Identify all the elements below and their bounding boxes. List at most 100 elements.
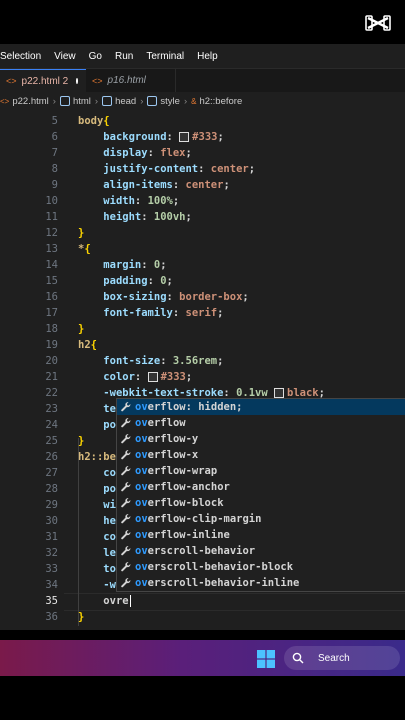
suggestion-match: ov (135, 401, 148, 413)
line-number: 29 (45, 499, 58, 511)
line-code: po (78, 481, 116, 497)
menu-terminal[interactable]: Terminal (146, 51, 184, 62)
code-token: 100% (147, 195, 173, 207)
line-code: } (78, 225, 84, 241)
wrench-icon (120, 417, 132, 429)
suggestion-item[interactable]: ov erflow-anchor (117, 479, 405, 495)
code-token: h2 (78, 339, 91, 351)
code-token: border-box (179, 291, 243, 303)
breadcrumb-item[interactable]: h2::before (199, 96, 242, 107)
suggestion-match: ov (135, 465, 148, 477)
suggestion-item[interactable]: ov erflow (117, 415, 405, 431)
suggestion-item[interactable]: ov erscroll-behavior (117, 543, 405, 559)
suggestion-text: erflow: hidden; (147, 401, 243, 413)
menu-view[interactable]: View (54, 51, 76, 62)
recording-overlay-bar (0, 0, 405, 44)
color-swatch-icon[interactable] (179, 132, 190, 142)
suggestion-match: ov (135, 513, 148, 525)
code-token: : (172, 179, 186, 191)
code-token: body (78, 115, 104, 127)
code-token: ; (217, 307, 224, 319)
suggestion-item[interactable]: ov erscroll-behavior-inline (117, 575, 405, 591)
line-code: padding: 0; (78, 273, 173, 289)
color-swatch-icon[interactable] (274, 388, 284, 398)
suggestion-item[interactable]: ov erflow-clip-margin (117, 511, 405, 527)
code-line[interactable]: 36} (0, 609, 405, 625)
code-line[interactable]: 19 h2{ (0, 337, 405, 353)
line-code: margin: 0; (78, 257, 166, 273)
menu-selection[interactable]: Selection (0, 51, 41, 62)
code-line[interactable]: 35 ovre (0, 593, 405, 609)
code-line[interactable]: 10 width: 100%; (0, 193, 405, 209)
search-label: Search (318, 652, 350, 664)
code-line[interactable]: 21 color: #333; (0, 369, 405, 385)
code-line[interactable]: 16 box-sizing: border-box; (0, 289, 405, 305)
breadcrumb-item[interactable]: html (73, 96, 91, 107)
suggestion-item[interactable]: ov erflow: hidden; (117, 399, 405, 415)
code-line[interactable]: 7 display: flex; (0, 145, 405, 161)
suggestion-item[interactable]: ov erflow-x (117, 447, 405, 463)
code-line[interactable]: 5 body{ (0, 113, 405, 129)
breadcrumb-item[interactable]: head (115, 96, 136, 107)
code-line[interactable]: 20 font-size: 3.56rem; (0, 353, 405, 369)
color-swatch-icon[interactable] (147, 372, 158, 382)
code-token: po (103, 419, 116, 431)
breadcrumb-item[interactable]: p22.html (12, 96, 48, 107)
code-line[interactable]: 14 margin: 0; (0, 257, 405, 273)
tab-p22-html[interactable]: <> p22.html 2 (0, 69, 86, 92)
code-line[interactable]: 9 align-items: center; (0, 177, 405, 193)
suggestion-text: erflow-clip-margin (147, 513, 262, 525)
code-token: serif (185, 307, 218, 319)
code-token: ; (185, 211, 192, 223)
menu-help[interactable]: Help (197, 51, 218, 62)
capcut-logo-icon (365, 15, 391, 31)
menu-go[interactable]: Go (89, 51, 102, 62)
menu-bar: Selection View Go Run Terminal Help (0, 44, 405, 68)
line-number: 7 (51, 147, 58, 159)
code-line[interactable]: 11 height: 100vh; (0, 209, 405, 225)
code-line[interactable]: 13 *{ (0, 241, 405, 257)
code-line[interactable]: 18} (0, 321, 405, 337)
tab-p16-html[interactable]: <> p16.html (86, 69, 176, 92)
suggestion-item[interactable]: ov erflow-y (117, 431, 405, 447)
suggestion-text: erflow-x (147, 449, 199, 461)
line-code: background: #333; (78, 129, 224, 145)
suggestion-item[interactable]: ov erscroll-behavior-block (117, 559, 405, 575)
code-token: align-items (103, 179, 173, 191)
code-line[interactable]: 8 justify-content: center; (0, 161, 405, 177)
suggestion-match: ov (135, 449, 148, 461)
windows-start-icon[interactable] (257, 650, 275, 668)
suggestion-match: ov (135, 433, 148, 445)
code-line[interactable]: 6 background: #333; (0, 129, 405, 145)
taskbar-search[interactable]: Search (284, 646, 400, 670)
menu-run[interactable]: Run (115, 51, 133, 62)
suggestion-match: ov (135, 577, 148, 589)
breadcrumb-item[interactable]: style (160, 96, 180, 107)
code-editor[interactable]: 5 body{6 background: #333; 7 display: flex… (0, 110, 405, 630)
code-token: : (141, 259, 154, 271)
code-line[interactable]: 17 font-family: serif; (0, 305, 405, 321)
unsaved-dot-icon[interactable] (76, 78, 78, 84)
autocomplete-widget[interactable]: ov erflow: hidden; ov erflow ov erflow-y ov erf… (116, 398, 405, 592)
suggestion-item[interactable]: ov erflow-inline (117, 527, 405, 543)
suggestion-item[interactable]: ov erflow-wrap (117, 463, 405, 479)
line-code: -w (78, 577, 116, 593)
wrench-icon (120, 577, 132, 589)
line-code: po (78, 417, 116, 433)
code-token: ; (172, 195, 180, 207)
suggestion-item[interactable]: ov erflow-block (117, 495, 405, 511)
line-number: 9 (51, 179, 58, 191)
code-line[interactable]: 12} (0, 225, 405, 241)
code-line[interactable]: 15 padding: 0; (0, 273, 405, 289)
problems-badge: 2 (62, 75, 69, 87)
line-number: 22 (45, 387, 58, 399)
